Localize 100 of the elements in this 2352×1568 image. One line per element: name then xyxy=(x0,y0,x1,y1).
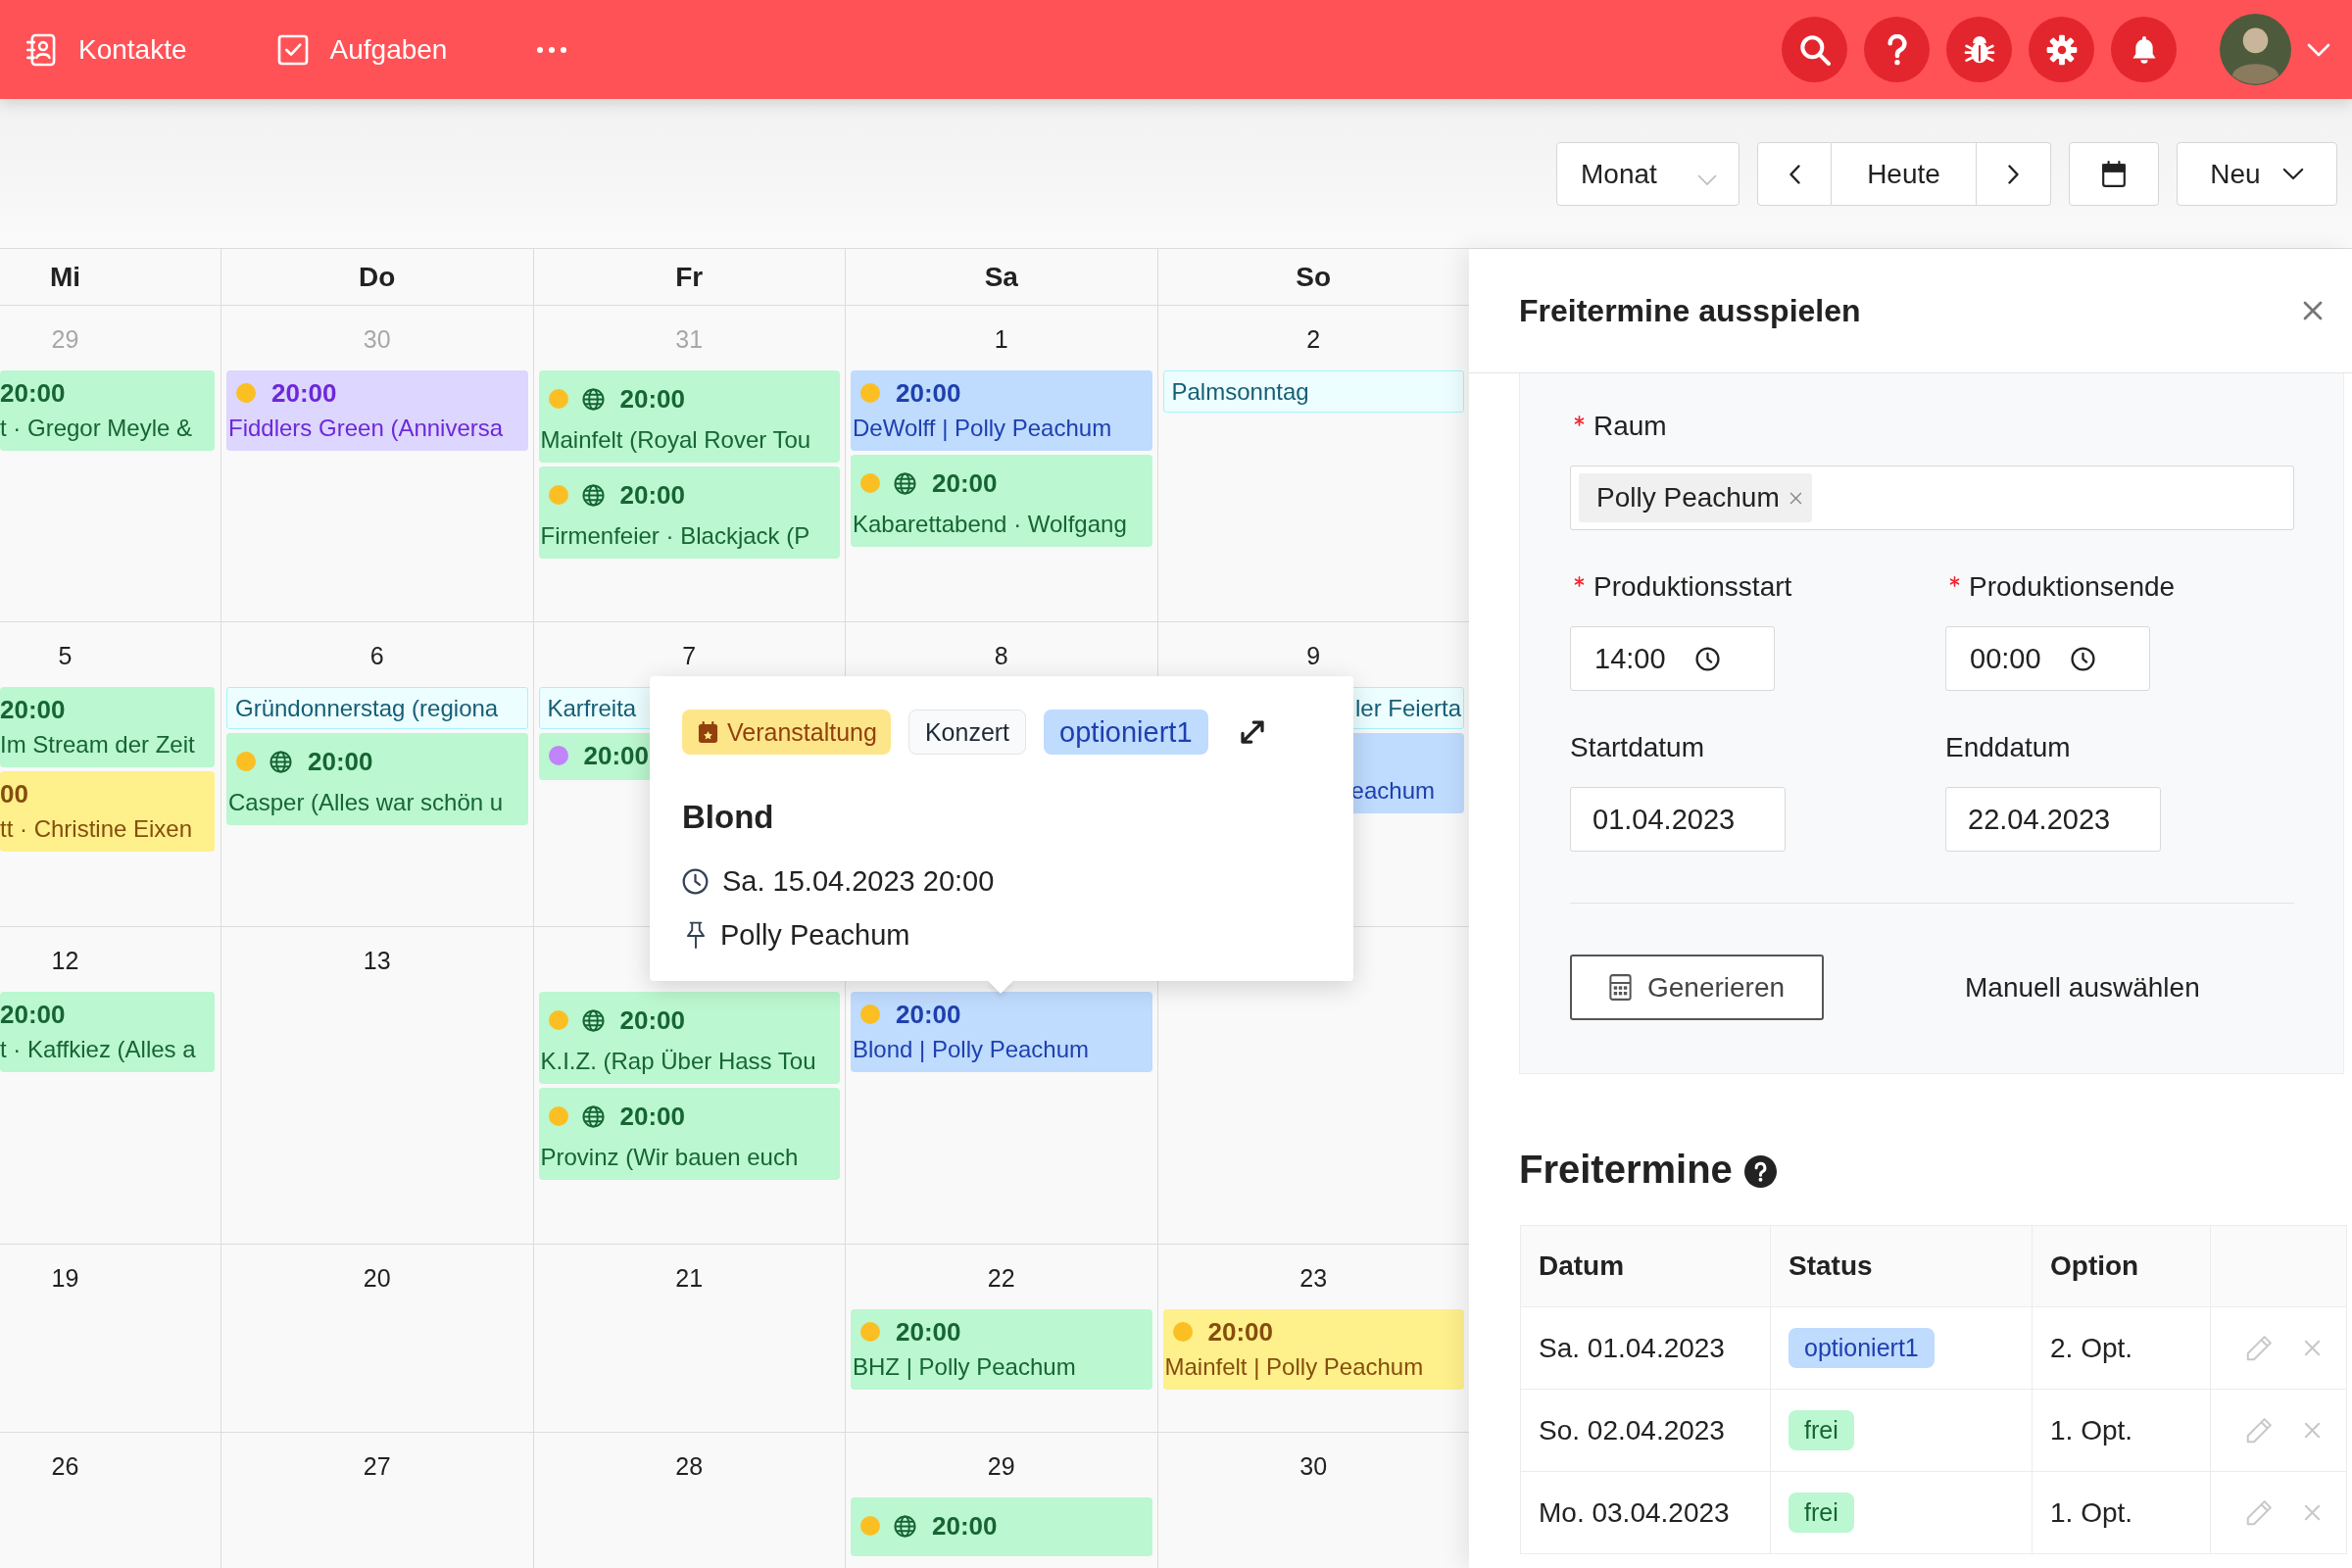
day-number: 12 xyxy=(51,946,79,975)
field-label: Enddatum xyxy=(1945,732,2071,763)
event-title: DeWolff | Polly Peachum xyxy=(853,414,1113,443)
clock-icon xyxy=(682,867,709,895)
new-button[interactable]: Neu xyxy=(2177,142,2337,206)
weekday-label: So xyxy=(1296,261,1332,293)
date-picker-button[interactable] xyxy=(2069,142,2159,206)
day-number: 2 xyxy=(1306,324,1321,354)
day-number: 21 xyxy=(675,1263,704,1293)
event-title: Mainfelt (Royal Rover Tou xyxy=(540,425,812,455)
section-title: Freitermine xyxy=(1519,1147,1733,1192)
event-card[interactable]: 20:00 Kabarettabend · Wolfgang xyxy=(851,455,1152,547)
day-number: 23 xyxy=(1299,1263,1328,1293)
option-cell: 1. Opt. xyxy=(2032,1471,2211,1554)
weekday-label: Do xyxy=(359,261,396,293)
day-number: 28 xyxy=(675,1451,704,1481)
holiday-event[interactable]: Palmsonntag xyxy=(1162,370,1464,413)
field-label: Produktionsstart xyxy=(1593,571,1792,603)
popover-title: Blond xyxy=(682,798,775,837)
generate-button[interactable]: Generieren xyxy=(1570,955,1824,1020)
clock-icon xyxy=(1694,646,1720,671)
time-field[interactable]: 14:00 xyxy=(1570,626,1775,691)
date-cell: So. 02.04.2023 xyxy=(1520,1389,1771,1472)
day-number: 29 xyxy=(987,1451,1015,1481)
event-card[interactable]: 20:00 K.I.Z. (Rap Über Hass Tou xyxy=(538,992,840,1084)
date-field[interactable]: 01.04.2023 xyxy=(1570,787,1786,852)
event-card[interactable]: 20:00 Fiddlers Green (Anniversa xyxy=(226,370,528,451)
event-title: BHZ | Polly Peachum xyxy=(853,1352,1077,1382)
event-time: 20:00 xyxy=(0,694,66,725)
manual-select-button[interactable]: Manuell auswählen xyxy=(1965,971,2200,1004)
event-card[interactable]: 20:00 Firmenfeier · Blackjack (P xyxy=(538,466,840,559)
cross-icon[interactable] xyxy=(2303,1339,2322,1357)
more-icon xyxy=(537,46,567,53)
weekday-label: Sa xyxy=(984,261,1018,293)
day-number: 30 xyxy=(1299,1451,1328,1481)
event-time: 20:00 xyxy=(1207,1316,1273,1348)
day-number: 7 xyxy=(682,641,697,670)
day-number: 31 xyxy=(675,324,704,354)
event-card[interactable]: 20:00 Mainfelt | Polly Peachum xyxy=(1162,1309,1464,1390)
holiday-event[interactable]: Gründonnerstag (regiona xyxy=(226,687,528,729)
help-icon[interactable] xyxy=(1743,1154,1777,1188)
field-label: Startdatum xyxy=(1570,732,1704,763)
event-title: Provinz (Wir bauen euch xyxy=(540,1143,800,1172)
date-cell: Sa. 01.04.2023 xyxy=(1520,1306,1771,1390)
event-card[interactable]: 20:00 Mainfelt (Royal Rover Tou xyxy=(538,370,840,463)
event-card[interactable]: 20:00 t · Gregor Meyle & xyxy=(0,370,215,451)
calculator-icon xyxy=(1608,974,1632,1001)
event-title: Firmenfeier · Blackjack (P xyxy=(540,521,811,551)
caret-down-icon xyxy=(1697,173,1717,186)
view-dropdown[interactable]: Monat xyxy=(1556,142,1740,206)
event-time: 20:00 xyxy=(0,999,66,1030)
today-button[interactable]: Heute xyxy=(1832,142,1977,206)
day-number: 27 xyxy=(363,1451,391,1481)
event-time: 20:00 xyxy=(308,746,373,777)
date-field[interactable]: 22.04.2023 xyxy=(1945,787,2161,852)
chevron-down-icon xyxy=(2281,168,2304,180)
nav-link[interactable]: Kontakte xyxy=(25,32,187,67)
pencil-icon[interactable] xyxy=(2244,1333,2274,1363)
pencil-icon[interactable] xyxy=(2244,1497,2274,1528)
event-card[interactable]: 20:00 Casper (Alles war schön u xyxy=(226,733,528,825)
status-tag: frei xyxy=(1788,1410,1854,1450)
event-card[interactable]: 00 tt · Christine Eixen xyxy=(0,771,215,852)
event-card[interactable]: 20:00 Provinz (Wir bauen euch xyxy=(538,1088,840,1180)
room-field[interactable]: Polly Peachum xyxy=(1570,466,2294,530)
help-icon xyxy=(1886,33,1908,66)
cross-icon[interactable] xyxy=(2303,1503,2322,1522)
avatar[interactable] xyxy=(2220,14,2291,85)
event-time: 20:00 xyxy=(271,377,337,409)
weekday-label: Mi xyxy=(49,261,81,293)
close-icon[interactable] xyxy=(1788,491,1802,505)
cross-icon[interactable] xyxy=(2303,1421,2322,1440)
chevron-down-icon[interactable] xyxy=(2307,42,2330,57)
clock-icon xyxy=(2070,646,2095,671)
pencil-icon[interactable] xyxy=(2244,1415,2274,1446)
event-card[interactable]: 20:00 DeWolff | Polly Peachum xyxy=(851,370,1152,451)
checkbox-icon xyxy=(276,32,309,67)
type-label: Veranstaltung xyxy=(727,717,877,747)
event-title: eachum xyxy=(1350,776,1435,806)
event-card[interactable]: 20:00 xyxy=(851,1497,1152,1556)
day-number: 19 xyxy=(51,1263,79,1293)
close-icon[interactable] xyxy=(2303,301,2323,320)
nav-link[interactable]: Aufgaben xyxy=(276,32,448,67)
event-title: Mainfelt | Polly Peachum xyxy=(1164,1352,1425,1382)
day-number: 5 xyxy=(58,641,73,670)
more-button[interactable] xyxy=(537,46,567,53)
day-number: 30 xyxy=(363,324,391,354)
event-card[interactable]: 20:00 Im Stream der Zeit xyxy=(0,687,215,767)
event-title: t · Kaffkiez (Alles a xyxy=(0,1035,197,1064)
event-title: tt · Christine Eixen xyxy=(0,814,194,844)
day-number: 8 xyxy=(994,641,1008,670)
event-card[interactable]: 20:00 t · Kaffkiez (Alles a xyxy=(0,992,215,1072)
event-card[interactable]: 20:00 Blond | Polly Peachum xyxy=(851,992,1152,1072)
day-number: 29 xyxy=(51,324,79,354)
day-number: 1 xyxy=(994,324,1008,354)
search-icon xyxy=(1798,33,1831,66)
event-time: 20:00 xyxy=(932,467,998,499)
time-field[interactable]: 00:00 xyxy=(1945,626,2150,691)
event-card[interactable]: 20:00 BHZ | Polly Peachum xyxy=(851,1309,1152,1390)
option-cell: 2. Opt. xyxy=(2032,1306,2211,1390)
event-title: Fiddlers Green (Anniversa xyxy=(228,414,505,443)
